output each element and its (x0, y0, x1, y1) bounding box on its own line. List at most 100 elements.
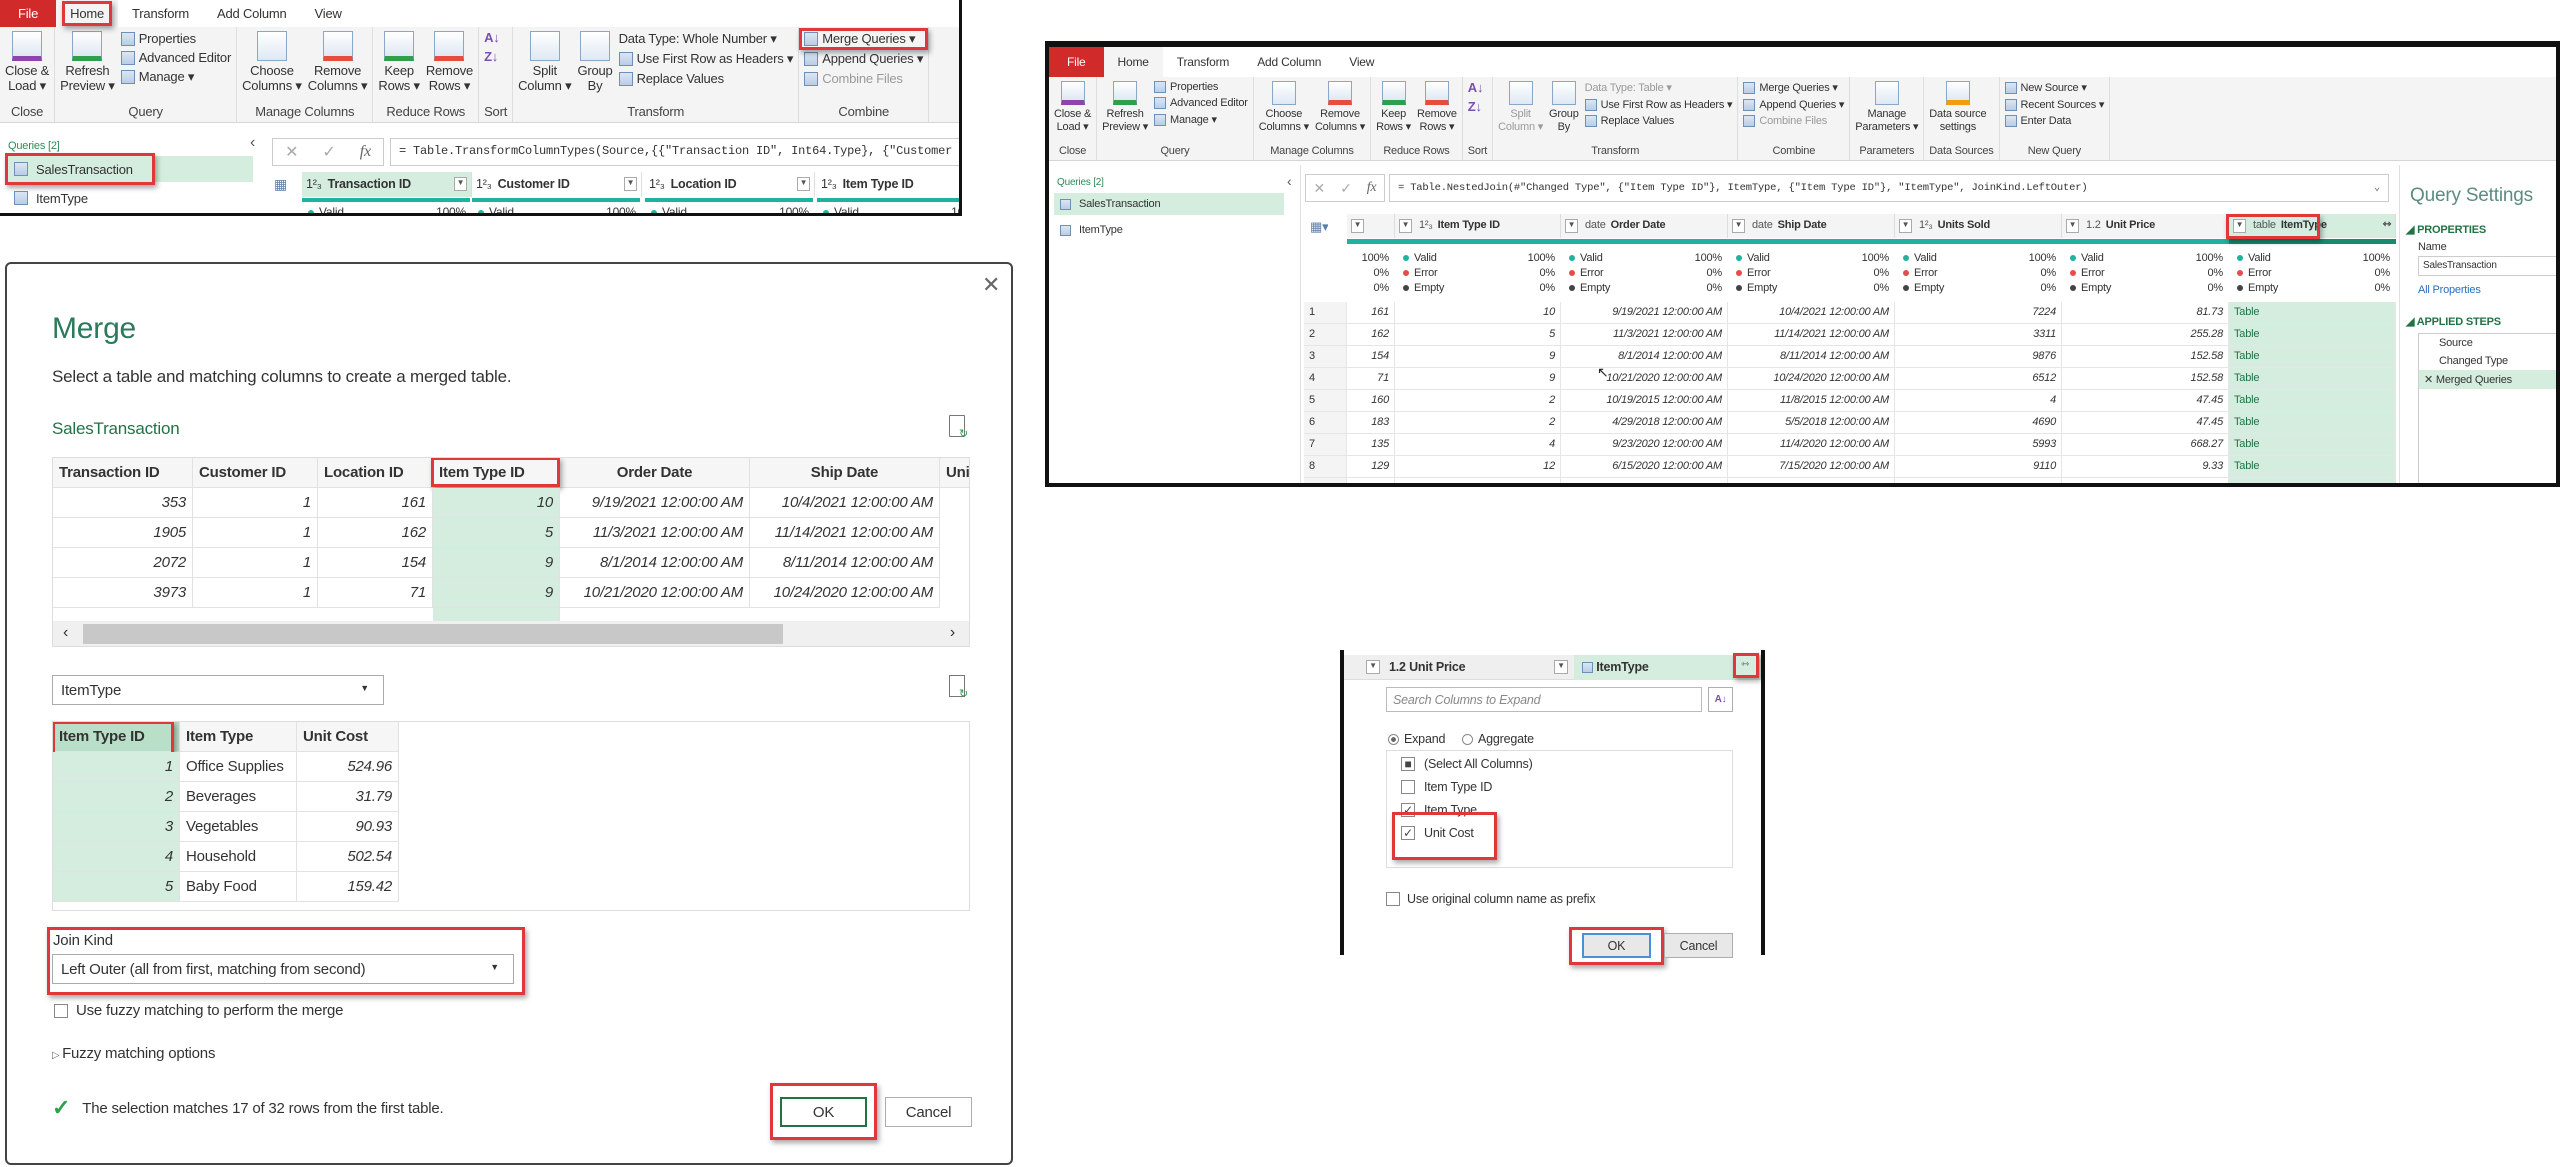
cancel-formula-icon[interactable]: ✕ (1314, 180, 1326, 197)
column-header-transaction-id[interactable]: 1²₃ Transaction ID ▼ (302, 172, 472, 197)
tab-view[interactable]: View (1335, 47, 1388, 77)
append-queries-button[interactable]: Append Queries ▾ (804, 51, 923, 67)
group-by-button[interactable]: Group By (1549, 81, 1579, 133)
choose-columns-button[interactable]: Choose Columns ▾ (242, 31, 302, 94)
column-header-item-type-id[interactable]: Item Type ID (53, 722, 180, 752)
properties-button[interactable]: Properties (120, 31, 231, 46)
column-dropdown-icon[interactable]: ▼ (1554, 660, 1568, 674)
advanced-editor-button[interactable]: Advanced Editor (120, 50, 231, 65)
column-dropdown-icon[interactable]: ▼ (1899, 219, 1912, 233)
column-option-item-type[interactable]: ✓ Item Type (1401, 803, 1477, 817)
scroll-right-icon[interactable]: › (950, 624, 955, 642)
column-header-location-id[interactable]: 1²₃ Location ID ▼ (645, 172, 815, 197)
manage-button[interactable]: Manage ▾ (120, 69, 231, 85)
table-row[interactable]: 4 71 9 10/21/2020 12:00:00 AM 10/24/2020 12:… (1304, 368, 2396, 390)
prefix-checkbox[interactable]: Use original column name as prefix (1386, 892, 1596, 906)
choose-columns-button[interactable]: Choose Columns ▾ (1259, 81, 1309, 133)
enter-data-button[interactable]: Enter Data (2004, 115, 2105, 127)
close-load-button[interactable]: Close & Load ▾ (5, 31, 49, 94)
query-name-input[interactable]: SalesTransaction (2418, 256, 2556, 276)
keep-rows-button[interactable]: Keep Rows ▾ (378, 31, 420, 94)
replace-values-button[interactable]: Replace Values (1584, 115, 1733, 127)
expand-column-icon[interactable]: ⇿ (2383, 219, 2391, 230)
column-dropdown-icon[interactable]: ▼ (1366, 660, 1380, 674)
table-row[interactable]: 6 183 2 4/29/2018 12:00:00 AM 5/5/2018 12:00… (1304, 412, 2396, 434)
refresh-preview-button[interactable]: Refresh Preview ▾ (60, 31, 115, 94)
properties-button[interactable]: Properties (1154, 81, 1248, 93)
search-columns-input[interactable]: Search Columns to Expand (1386, 687, 1702, 712)
split-column-button[interactable]: Split Column ▾ (1498, 81, 1543, 133)
query-item-itemtype[interactable]: ItemType (8, 186, 88, 210)
tab-add-column[interactable]: Add Column (1243, 47, 1335, 77)
combine-files-button[interactable]: Combine Files (804, 71, 923, 86)
query-item-salestransaction[interactable]: SalesTransaction (1054, 193, 1284, 215)
column-dropdown-icon[interactable]: ▼ (1351, 219, 1364, 233)
scroll-left-icon[interactable]: ‹ (63, 624, 68, 642)
tab-home[interactable]: Home (1103, 47, 1163, 77)
sort-ascending-icon[interactable]: A↓ (484, 31, 500, 44)
sort-ascending-icon[interactable]: A↓ (1468, 81, 1484, 94)
keep-rows-button[interactable]: Keep Rows ▾ (1376, 81, 1411, 133)
checkbox[interactable]: ✓ (1401, 803, 1415, 817)
expand-formula-icon[interactable]: ⌄ (2374, 181, 2380, 194)
column-dropdown-icon[interactable]: ▼ (1565, 219, 1578, 233)
column-header-uni[interactable]: Uni (940, 458, 969, 488)
aggregate-radio[interactable]: Aggregate (1462, 732, 1534, 746)
sort-az-button[interactable]: A↓ (1708, 687, 1733, 712)
remove-columns-button[interactable]: Remove Columns ▾ (308, 31, 368, 94)
tab-file[interactable]: File (1049, 47, 1104, 77)
column-option-item-type-id[interactable]: Item Type ID (1401, 780, 1492, 794)
data-source-settings-button[interactable]: Data source settings (1929, 81, 1987, 133)
expand-radio[interactable]: Expand (1388, 732, 1445, 746)
table-link[interactable]: Table (2229, 434, 2396, 455)
column-dropdown-icon[interactable]: ▼ (1732, 219, 1745, 233)
column-option-select-all-columns[interactable]: ■ (Select All Columns) (1401, 757, 1533, 771)
use-first-row-as-headers-button[interactable]: Use First Row as Headers ▾ (618, 51, 793, 67)
table-link[interactable]: Table (2229, 390, 2396, 411)
collapse-pane-icon[interactable]: ‹ (250, 134, 255, 152)
tab-transform[interactable]: Transform (1163, 47, 1243, 77)
replace-values-button[interactable]: Replace Values (618, 71, 794, 86)
table-row[interactable]: 3 154 9 8/1/2014 12:00:00 AM 8/11/2014 12:00… (1304, 346, 2396, 368)
table-link[interactable]: Table (2229, 302, 2396, 323)
column-header-order-date[interactable]: Order Date (560, 458, 750, 488)
column-dropdown-icon[interactable]: ▼ (2066, 219, 2079, 233)
applied-steps-header[interactable]: ◢ APPLIED STEPS (2406, 315, 2501, 328)
table-menu-icon[interactable]: ▦ (274, 176, 287, 193)
formula-input[interactable]: = Table.NestedJoin(#"Changed Type", {"It… (1389, 174, 2389, 202)
checkbox[interactable] (1401, 780, 1415, 794)
tab-add-column[interactable]: Add Column (203, 0, 301, 27)
fuzzy-matching-checkbox[interactable]: Use fuzzy matching to perform the merge (54, 1002, 344, 1019)
remove-rows-button[interactable]: Remove Rows ▾ (426, 31, 473, 94)
table-row[interactable]: 1 161 10 9/19/2021 12:00:00 AM 10/4/2021 12:… (1304, 302, 2396, 324)
confirm-formula-icon[interactable]: ✓ (1340, 180, 1352, 197)
tab-view[interactable]: View (301, 0, 356, 27)
data-type-whole-number-button[interactable]: Data Type: Whole Number ▾ (619, 31, 794, 47)
column-dropdown-icon[interactable]: ▼ (624, 177, 637, 191)
column-header-location[interactable]: ▼ (1347, 214, 1395, 238)
query-item-itemtype[interactable]: ItemType (1054, 219, 1123, 241)
step-changed-type[interactable]: Changed Type (2419, 352, 2556, 370)
column-header-transaction-id[interactable]: Transaction ID (53, 458, 193, 488)
ok-button[interactable]: OK (1582, 933, 1651, 958)
use-first-row-as-headers-button[interactable]: Use First Row as Headers ▾ (1584, 98, 1733, 111)
formula-input[interactable]: = Table.TransformColumnTypes(Source,{{"T… (390, 138, 959, 166)
recent-sources-button[interactable]: Recent Sources ▾ (2004, 98, 2104, 111)
refresh-preview-icon[interactable]: ↻ (949, 675, 968, 700)
cancel-button[interactable]: Cancel (1664, 933, 1733, 958)
horizontal-scrollbar[interactable]: ‹ › (53, 621, 969, 646)
column-header-item-type-id[interactable]: ▼ 1²₃ Item Type ID (1395, 214, 1561, 238)
table-row[interactable]: 8 129 12 6/15/2020 12:00:00 AM 7/15/2020 12:… (1304, 456, 2396, 478)
delete-step-icon[interactable]: ✕ (2424, 374, 2436, 386)
radio-selected-icon[interactable] (1388, 733, 1399, 745)
checkbox[interactable]: ■ (1401, 757, 1415, 771)
column-header-location-id[interactable]: Location ID (318, 458, 433, 488)
checkbox[interactable] (54, 1003, 68, 1018)
query-item-salestransaction[interactable]: SalesTransaction (8, 156, 253, 182)
refresh-preview-button[interactable]: Refresh Preview ▾ (1102, 81, 1148, 133)
manage-button[interactable]: Manage ▾ (1154, 113, 1248, 126)
split-column-button[interactable]: Split Column ▾ (518, 31, 572, 94)
close-load-button[interactable]: Close & Load ▾ (1054, 81, 1091, 133)
column-dropdown-icon[interactable]: ▼ (454, 177, 467, 191)
collapse-pane-icon[interactable]: ‹ (1287, 173, 1292, 189)
